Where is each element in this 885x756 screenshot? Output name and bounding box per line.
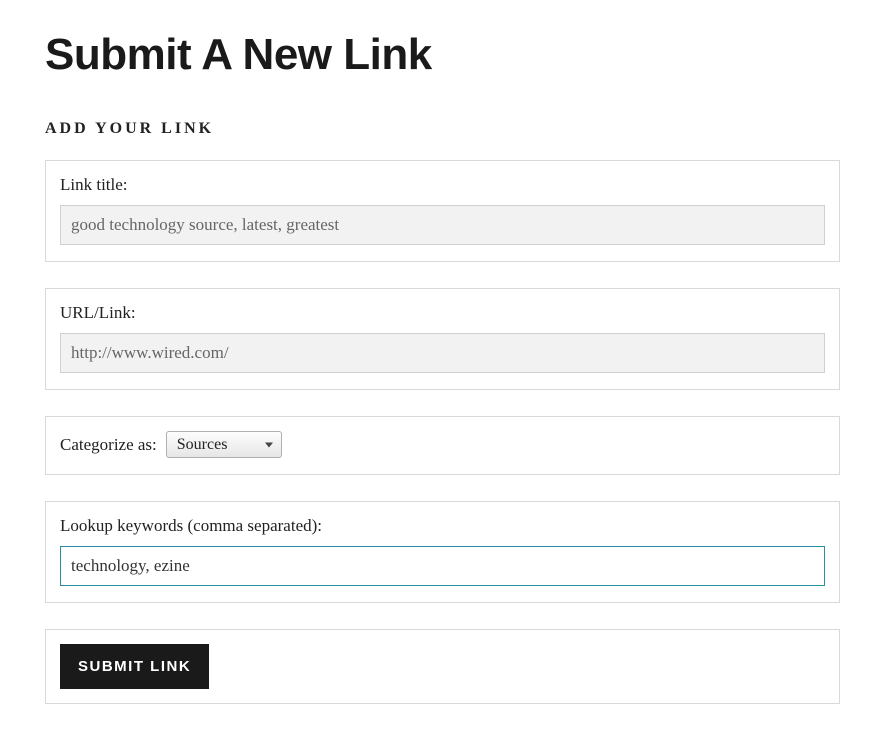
category-select-wrap: Sources xyxy=(166,431,282,458)
link-title-label: Link title: xyxy=(60,175,825,195)
url-input[interactable] xyxy=(60,333,825,373)
submit-group: SUBMIT LINK xyxy=(45,629,840,704)
section-heading: ADD YOUR LINK xyxy=(45,120,840,138)
category-label: Categorize as: xyxy=(60,435,157,455)
url-group: URL/Link: xyxy=(45,288,840,390)
keywords-group: Lookup keywords (comma separated): xyxy=(45,501,840,603)
category-select[interactable]: Sources xyxy=(166,431,282,458)
keywords-input[interactable] xyxy=(60,546,825,586)
link-title-input[interactable] xyxy=(60,205,825,245)
keywords-label: Lookup keywords (comma separated): xyxy=(60,516,825,536)
link-title-group: Link title: xyxy=(45,160,840,262)
url-label: URL/Link: xyxy=(60,303,825,323)
page-title: Submit A New Link xyxy=(45,30,840,80)
submit-button[interactable]: SUBMIT LINK xyxy=(60,644,209,689)
category-group: Categorize as: Sources xyxy=(45,416,840,475)
